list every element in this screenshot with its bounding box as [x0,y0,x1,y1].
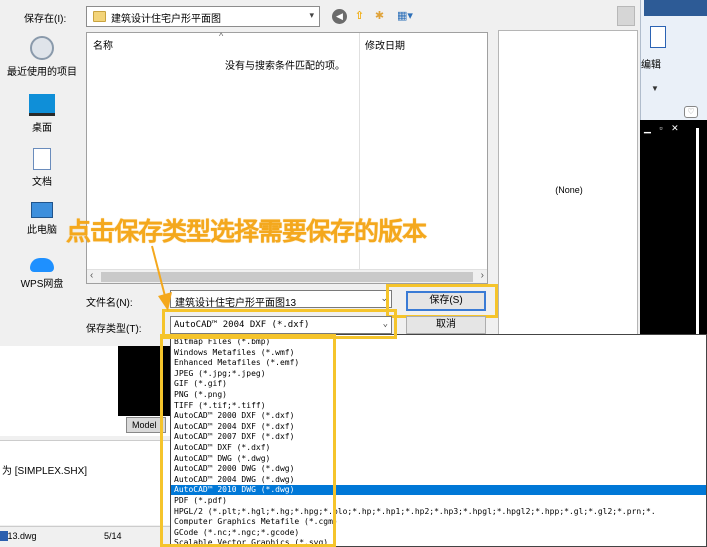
place-wps-cloud[interactable]: WPS网盘 [0,258,84,290]
folder-icon [93,11,106,22]
command-area[interactable] [0,440,170,525]
desktop-icon [29,94,55,116]
empty-message: 没有与搜索条件匹配的项。 [225,61,345,72]
edit-label[interactable]: 编辑 [641,56,661,71]
filename-input[interactable]: 建筑设计住宅户形平面图13 ⌄ [170,290,392,309]
column-header-name[interactable]: 名称 [93,37,113,52]
save-in-label: 保存在(I): [24,14,67,25]
annotation-text: 点击保存类型选择需要保存的版本 [66,218,427,246]
status-file: 13.dwg [0,531,37,541]
places-bar: 最近使用的项目 桌面 文档 此电脑 WPS网盘 [0,32,84,322]
canvas-scrollbar[interactable] [696,128,699,338]
place-recent[interactable]: 最近使用的项目 [0,36,84,78]
ribbon-tab-strip [644,0,707,16]
place-label: 桌面 [32,123,52,134]
tools-icon [617,6,635,26]
recent-icon [30,36,54,60]
place-label: 文档 [32,177,52,188]
scroll-left-icon[interactable]: ‹ [90,270,93,281]
chevron-down-icon[interactable]: ▾ [309,10,314,21]
window-controls[interactable]: ▁ ▫ ✕ [644,123,682,134]
chevron-down-icon[interactable]: ▼ [651,84,659,93]
back-icon[interactable]: ◀ [332,9,347,24]
sort-arrow-icon: ^ [219,31,224,41]
cancel-button[interactable]: 取消 [406,316,486,334]
preview-text: (None) [555,185,583,195]
place-desktop[interactable]: 桌面 [0,94,84,134]
filename-label: 文件名(N): [86,298,133,309]
computer-icon [31,202,53,218]
column-header-modified[interactable]: 修改日期 [365,37,405,52]
edit-icon[interactable] [650,26,666,48]
preview-pane: (None) [498,30,638,346]
dropdown-highlight-box [160,334,336,547]
scrollbar-thumb[interactable] [101,272,473,282]
place-documents[interactable]: 文档 [0,148,84,188]
documents-icon [33,148,51,170]
folder-combo[interactable]: 建筑设计住宅户形平面图 ▾ [86,6,320,27]
filename-value: 建筑设计住宅户形平面图13 [175,298,297,309]
scroll-right-icon[interactable]: › [481,270,484,281]
place-label: WPS网盘 [20,279,64,290]
cloud-icon [30,258,54,272]
status-file-name: 13.dwg [7,531,37,541]
filetype-label: 保存类型(T): [86,324,142,335]
up-folder-icon[interactable]: ⇧ [352,9,367,24]
command-text: 为 [SIMPLEX.SHX] [2,466,88,477]
current-folder-text: 建筑设计住宅户形平面图 [111,14,221,25]
views-menu-icon[interactable]: ▦▾ [394,9,416,24]
combo-highlight-box [162,309,397,339]
horizontal-scrollbar[interactable]: ‹ › [87,269,487,283]
place-label: 最近使用的项目 [7,67,77,78]
favorite-icon[interactable]: ♡ [684,106,698,118]
new-folder-icon[interactable]: ✱ [372,9,387,24]
save-highlight-box [386,284,498,318]
status-page: 5/14 [104,531,122,541]
